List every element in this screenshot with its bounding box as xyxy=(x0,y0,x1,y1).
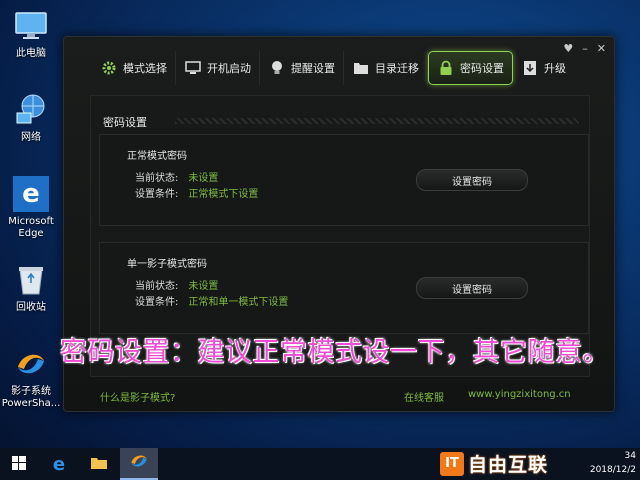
taskbar-edge[interactable]: e xyxy=(40,448,78,480)
start-button[interactable] xyxy=(0,448,38,480)
panel-title: 密码设置 xyxy=(103,116,147,129)
tab-label: 模式选择 xyxy=(123,62,167,75)
desktop-icon-label: 影子系统 PowerSha... xyxy=(1,386,61,409)
taskbar-powershadow[interactable] xyxy=(120,448,158,480)
bulb-icon xyxy=(268,59,286,77)
tab-reminder[interactable]: 提醒设置 xyxy=(260,51,344,85)
website-link[interactable]: www.yingzixitong.cn xyxy=(468,389,571,400)
tab-upgrade[interactable]: 升级 xyxy=(513,51,574,85)
desktop-icon-label: Microsoft Edge xyxy=(8,216,54,239)
condition-key: 设置条件: xyxy=(135,297,179,308)
tab-label: 提醒设置 xyxy=(291,62,335,75)
start-icon xyxy=(12,455,26,474)
network-icon xyxy=(13,92,49,128)
normal-mode-password-section: 正常模式密码 当前状态: 未设置 设置条件: 正常模式下设置 设置密码 xyxy=(99,134,589,226)
tab-label: 升级 xyxy=(544,62,566,75)
section-title: 正常模式密码 xyxy=(127,151,187,162)
this-pc-icon xyxy=(13,8,49,44)
folder-icon xyxy=(352,59,370,77)
watermark-badge: IT xyxy=(440,451,464,476)
tab-label: 密码设置 xyxy=(460,62,504,75)
monitor-icon xyxy=(184,59,202,77)
desktop-icon-label: 网络 xyxy=(21,132,41,143)
taskbar-explorer[interactable] xyxy=(80,448,118,480)
online-support-link[interactable]: 在线客服 xyxy=(404,389,444,404)
tab-bar: 模式选择 开机启动 提醒设置 目录迁移 密码设置 升级 xyxy=(92,51,574,85)
site-watermark: IT 自由互联 xyxy=(440,450,548,477)
set-normal-password-button[interactable]: 设置密码 xyxy=(416,169,528,191)
desktop-icon-label: 此电脑 xyxy=(16,48,46,59)
condition-value: 正常模式下设置 xyxy=(188,189,259,200)
explorer-icon xyxy=(90,455,108,474)
status-key: 当前状态: xyxy=(135,173,179,184)
condition-row: 设置条件: 正常和单一模式下设置 xyxy=(135,293,288,308)
lock-icon xyxy=(437,59,455,77)
clock-time: 34 xyxy=(624,451,636,461)
desktop-icon-this-pc[interactable]: 此电脑 xyxy=(0,8,62,60)
tab-dir-migrate[interactable]: 目录迁移 xyxy=(344,51,428,85)
status-key: 当前状态: xyxy=(135,281,179,292)
single-shadow-password-section: 单一影子模式密码 当前状态: 未设置 设置条件: 正常和单一模式下设置 设置密码 xyxy=(99,242,589,334)
condition-key: 设置条件: xyxy=(135,189,179,200)
powershadow-icon xyxy=(129,452,149,474)
desktop-icon-network[interactable]: 网络 xyxy=(0,92,62,144)
desktop-icon-label: 回收站 xyxy=(16,302,46,313)
section-title: 单一影子模式密码 xyxy=(127,259,207,270)
minimize-button[interactable]: – xyxy=(582,43,588,54)
edge-icon: e xyxy=(13,176,49,212)
status-value: 未设置 xyxy=(188,281,219,292)
clock-date: 2018/12/2 xyxy=(589,465,636,475)
what-is-shadow-mode-link[interactable]: 什么是影子模式? xyxy=(100,389,175,404)
condition-row: 设置条件: 正常模式下设置 xyxy=(135,185,258,200)
recycle-bin-icon xyxy=(13,262,49,298)
tab-boot-start[interactable]: 开机启动 xyxy=(176,51,260,85)
tab-mode-select[interactable]: 模式选择 xyxy=(92,51,176,85)
condition-value: 正常和单一模式下设置 xyxy=(188,297,289,308)
desktop-icon-edge[interactable]: e Microsoft Edge xyxy=(0,176,62,240)
system-clock[interactable]: 34 2018/12/2 xyxy=(590,449,636,477)
tab-password[interactable]: 密码设置 xyxy=(428,51,513,85)
watermark-text: 自由互联 xyxy=(468,454,549,476)
tutorial-caption: 密码设置：建议正常模式设一下，其它随意。 xyxy=(60,337,610,368)
status-row: 当前状态: 未设置 xyxy=(135,169,218,184)
desktop-icon-powershadow[interactable]: 影子系统 PowerSha... xyxy=(0,346,62,410)
status-value: 未设置 xyxy=(188,173,219,184)
edge-icon: e xyxy=(52,453,66,475)
powershadow-icon xyxy=(13,346,49,382)
close-button[interactable]: ✕ xyxy=(597,43,606,54)
set-single-password-button[interactable]: 设置密码 xyxy=(416,277,528,299)
status-row: 当前状态: 未设置 xyxy=(135,277,218,292)
tab-label: 开机启动 xyxy=(207,62,251,75)
tab-label: 目录迁移 xyxy=(375,62,419,75)
gear-icon xyxy=(100,59,118,77)
title-stripe xyxy=(175,118,579,124)
desktop-icon-recycle-bin[interactable]: 回收站 xyxy=(0,262,62,314)
upgrade-icon xyxy=(521,59,539,77)
